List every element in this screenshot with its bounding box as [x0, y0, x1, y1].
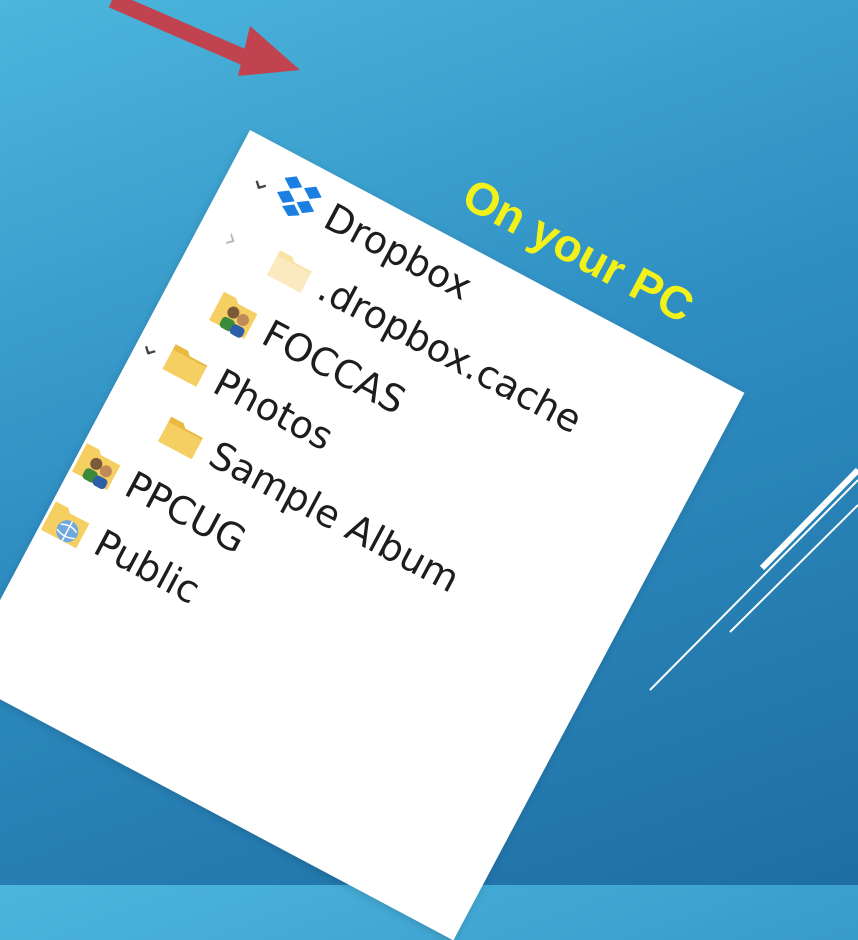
- shared-folder-icon: [67, 435, 130, 496]
- folder-icon: [151, 405, 214, 466]
- shared-folder-icon: [204, 284, 267, 345]
- chevron-right-icon[interactable]: ›: [211, 217, 253, 260]
- folder-icon: [260, 239, 323, 300]
- public-folder-icon: [36, 494, 99, 555]
